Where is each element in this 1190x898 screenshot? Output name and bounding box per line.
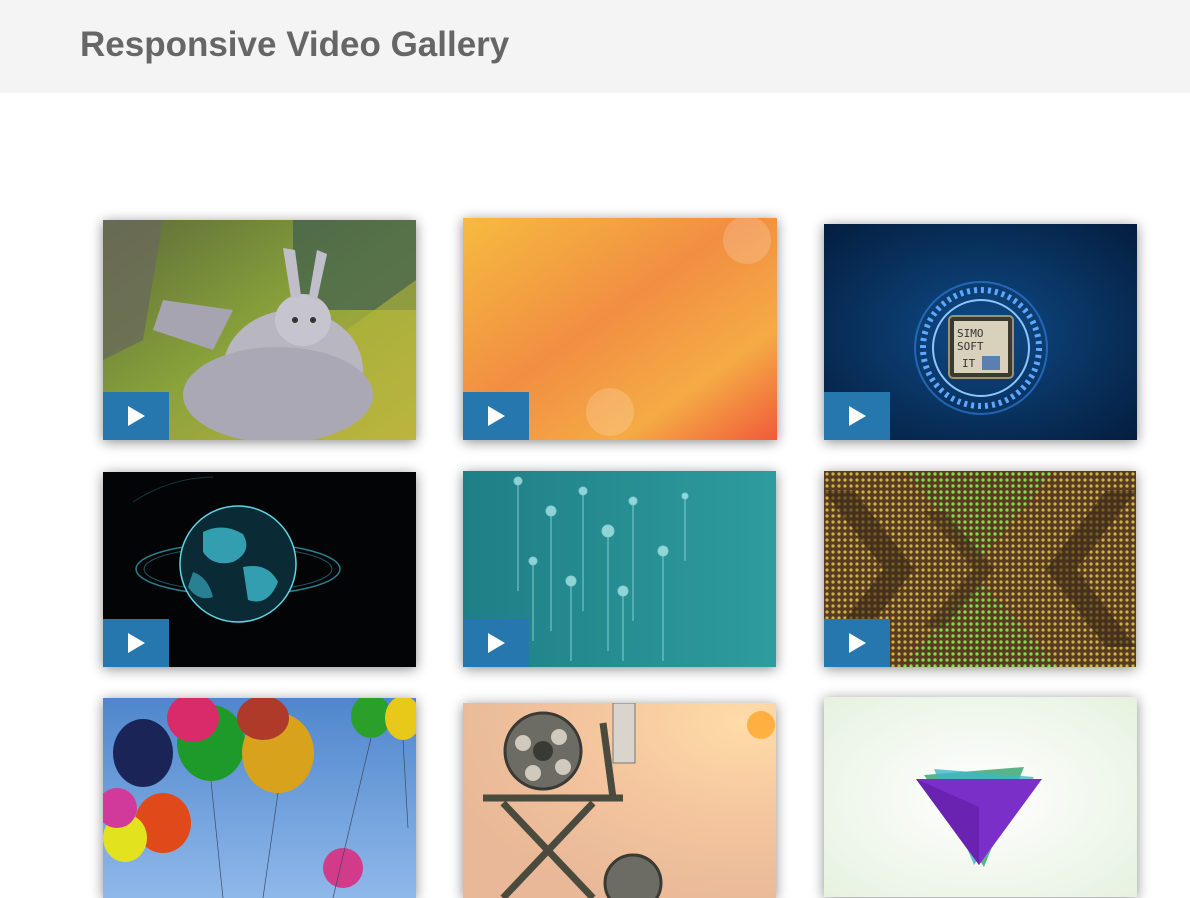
play-icon	[128, 633, 145, 653]
video-card-9[interactable]	[824, 697, 1137, 897]
video-card-8[interactable]	[463, 703, 776, 898]
thumb-text-simo: SIMO	[957, 327, 984, 340]
play-icon	[849, 406, 866, 426]
play-button[interactable]	[824, 392, 890, 440]
play-button[interactable]	[463, 619, 529, 667]
play-button[interactable]	[824, 619, 890, 667]
video-card-2[interactable]	[463, 218, 777, 440]
play-button[interactable]	[463, 392, 529, 440]
play-button[interactable]	[103, 619, 169, 667]
video-thumbnail-film-reel	[463, 703, 776, 898]
thumb-text-soft: SOFT	[957, 340, 984, 353]
video-card-6[interactable]	[824, 471, 1136, 667]
play-icon	[488, 633, 505, 653]
video-card-3[interactable]: SIMO SOFT IT	[824, 224, 1137, 440]
video-card-5[interactable]	[463, 471, 776, 667]
play-icon	[849, 633, 866, 653]
video-thumbnail-purple-triangle	[824, 697, 1137, 897]
video-thumbnail-balloons	[103, 698, 416, 898]
page-title: Responsive Video Gallery	[80, 25, 510, 64]
page-header: Responsive Video Gallery	[0, 0, 1190, 93]
thumb-text-it: IT	[962, 357, 976, 370]
play-icon	[488, 406, 505, 426]
video-card-4[interactable]	[103, 472, 416, 667]
play-button[interactable]	[103, 392, 169, 440]
play-icon	[128, 406, 145, 426]
video-card-7[interactable]	[103, 698, 416, 898]
video-card-1[interactable]	[103, 220, 416, 440]
